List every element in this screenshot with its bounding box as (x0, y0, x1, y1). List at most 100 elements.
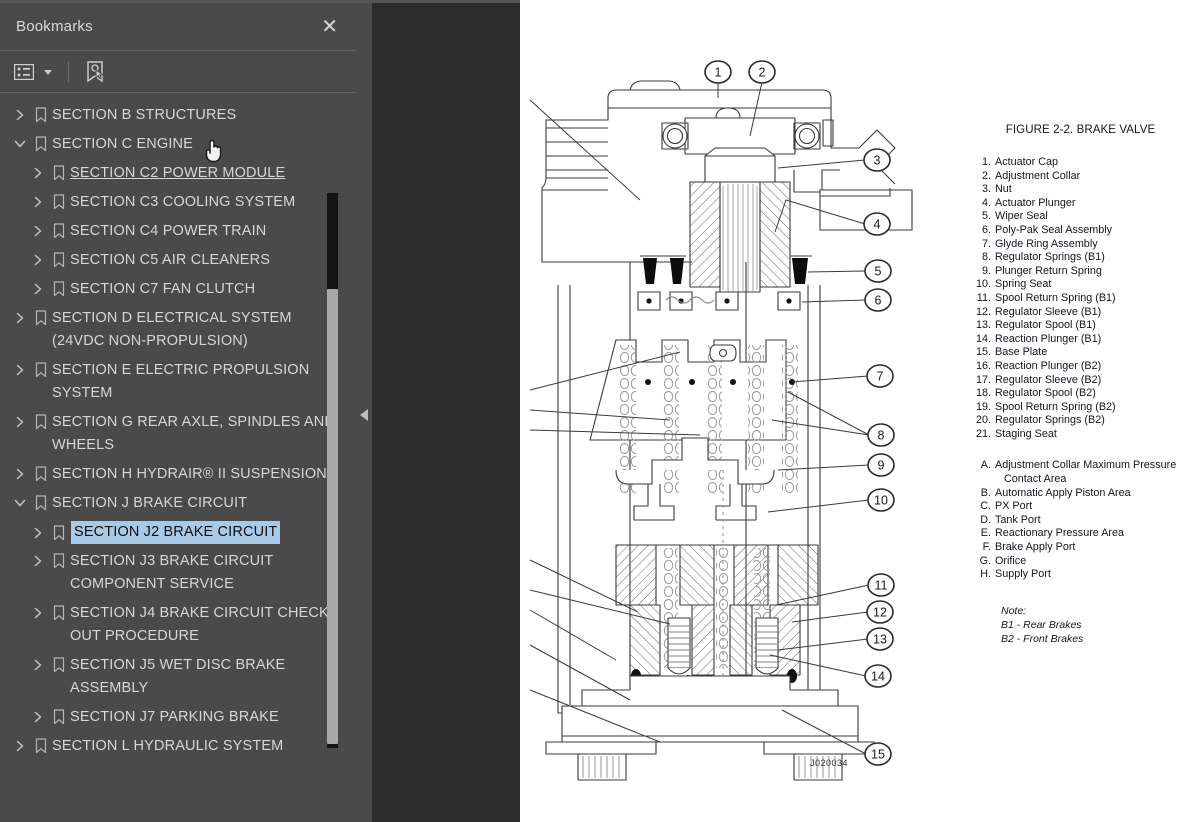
part-number: 13. (975, 319, 991, 332)
bookmark-item-label[interactable]: SECTION D ELECTRICAL SYSTEM (24VDC NON-P… (52, 307, 356, 353)
chevron-right-icon[interactable] (10, 736, 30, 756)
note-line: B2 - Front Brakes (1001, 632, 1084, 645)
bookmark-tree-item[interactable]: SECTION D ELECTRICAL SYSTEM (24VDC NON-P… (0, 304, 356, 356)
bookmark-tree-item[interactable]: SECTION L HYDRAULIC SYSTEM (0, 732, 356, 761)
left-triangle-glyph (360, 409, 368, 421)
callout-bubble: 6 (864, 288, 892, 312)
chevron-right-icon[interactable] (28, 603, 48, 623)
collapse-panel-arrow-icon[interactable] (356, 406, 372, 424)
bookmark-icon (48, 163, 70, 183)
area-label: Supply Port (995, 568, 1051, 581)
bookmarks-panel: Bookmarks ✕ SECTION B STRUCTURES SECTION… (0, 0, 356, 822)
bookmark-tree-item[interactable]: SECTION H HYDRAIR® II SUSPENSIONS (0, 460, 356, 489)
bookmark-tree-item[interactable]: SECTION C2 POWER MODULE (0, 159, 356, 188)
bookmark-icon (48, 279, 70, 299)
chevron-down-icon[interactable] (44, 70, 52, 75)
chevron-right-icon[interactable] (10, 464, 30, 484)
bookmark-tree-item[interactable]: SECTION J5 WET DISC BRAKE ASSEMBLY (0, 651, 356, 703)
bookmark-tree-item[interactable]: SECTION E ELECTRIC PROPULSION SYSTEM (0, 356, 356, 408)
bookmark-tree-item[interactable]: SECTION C4 POWER TRAIN (0, 217, 356, 246)
chevron-right-icon[interactable] (10, 412, 30, 432)
chevron-right-icon[interactable] (28, 163, 48, 183)
bookmark-icon (30, 412, 52, 432)
area-list-item: C. PX Port (975, 500, 1200, 514)
sidebar-scrollbar-thumb[interactable] (327, 289, 338, 744)
chevron-right-icon[interactable] (28, 250, 48, 270)
chevron-down-icon[interactable] (10, 493, 30, 513)
area-letter: D. (980, 513, 991, 526)
area-letter: A. (980, 459, 991, 472)
area-label: Brake Apply Port (995, 541, 1076, 554)
chevron-right-icon[interactable] (28, 523, 48, 543)
bookmark-item-label[interactable]: SECTION G REAR AXLE, SPINDLES AND WHEELS (52, 411, 356, 457)
area-list-item: E. Reactionary Pressure Area (975, 527, 1200, 541)
list-options-icon[interactable] (14, 63, 34, 80)
bookmark-item-label[interactable]: SECTION C2 POWER MODULE (70, 162, 356, 185)
bookmark-tree: SECTION B STRUCTURES SECTION C ENGINE SECT… (0, 93, 356, 761)
callout-number: 12 (873, 606, 887, 620)
chevron-right-icon[interactable] (28, 279, 48, 299)
chevron-right-icon[interactable] (10, 360, 30, 380)
part-label: Regulator Sleeve (B1) (995, 305, 1102, 318)
chevron-right-icon[interactable] (28, 221, 48, 241)
bookmark-item-label[interactable]: SECTION C5 AIR CLEANERS (70, 249, 356, 272)
area-label-continued: Contact Area (1004, 473, 1067, 486)
bookmark-item-label[interactable]: SECTION J5 WET DISC BRAKE ASSEMBLY (70, 654, 356, 700)
callout-number: 9 (878, 459, 885, 473)
bookmark-item-label[interactable]: SECTION B STRUCTURES (52, 104, 356, 127)
part-label: Regulator Spool (B2) (995, 387, 1096, 400)
chevron-right-icon[interactable] (28, 707, 48, 727)
bookmark-item-label[interactable]: SECTION E ELECTRIC PROPULSION SYSTEM (52, 359, 356, 405)
part-label: Base Plate (995, 346, 1048, 359)
part-label: Adjustment Collar (995, 169, 1081, 182)
bookmark-tree-item[interactable]: SECTION J BRAKE CIRCUIT (0, 489, 356, 518)
bookmark-tree-item[interactable]: SECTION C5 AIR CLEANERS (0, 246, 356, 275)
new-bookmark-icon[interactable] (85, 60, 105, 83)
part-list-item: 21. Staging Seat (975, 428, 1200, 442)
callout-number: 15 (871, 748, 885, 762)
bookmark-item-label[interactable]: SECTION C7 FAN CLUTCH (70, 278, 356, 301)
bookmark-tree-item[interactable]: SECTION B STRUCTURES (0, 101, 356, 130)
callout-number: 10 (874, 494, 888, 508)
bookmark-tree-item[interactable]: SECTION J4 BRAKE CIRCUIT CHECK-OUT PROCE… (0, 599, 356, 651)
bookmark-tree-item[interactable]: SECTION G REAR AXLE, SPINDLES AND WHEELS (0, 408, 356, 460)
bookmark-tree-item[interactable]: SECTION C3 COOLING SYSTEM (0, 188, 356, 217)
note-heading: Note: (1001, 604, 1027, 617)
bookmark-item-label[interactable]: SECTION C4 POWER TRAIN (70, 220, 356, 243)
chevron-right-icon[interactable] (10, 308, 30, 328)
area-letter: C. (980, 500, 991, 513)
bookmark-item-label[interactable]: SECTION L HYDRAULIC SYSTEM (52, 735, 356, 758)
bookmark-item-label[interactable]: SECTION H HYDRAIR® II SUSPENSIONS (52, 463, 356, 486)
bookmark-tree-item[interactable]: SECTION J2 BRAKE CIRCUIT (0, 518, 356, 547)
bookmark-item-label[interactable]: SECTION J3 BRAKE CIRCUIT COMPONENT SERVI… (70, 550, 356, 596)
bookmark-item-label[interactable]: SECTION J7 PARKING BRAKE (70, 706, 356, 729)
area-letter: H. (980, 568, 991, 581)
document-backdrop (372, 0, 520, 822)
bookmark-item-label[interactable]: SECTION J2 BRAKE CIRCUIT (69, 520, 282, 545)
bookmark-tree-scroll-area[interactable]: SECTION B STRUCTURES SECTION C ENGINE SECT… (0, 93, 356, 822)
bookmark-item-label[interactable]: SECTION C ENGINE (52, 133, 356, 156)
chevron-right-icon[interactable] (28, 192, 48, 212)
part-label: Spool Return Spring (B2) (995, 400, 1116, 413)
part-label: Wiper Seal (995, 210, 1048, 223)
callout-number: 13 (873, 633, 887, 647)
panel-gutter (356, 0, 372, 822)
area-list-item: D. Tank Port (975, 514, 1200, 528)
area-label: Reactionary Pressure Area (995, 527, 1125, 540)
pdf-page[interactable]: 1 2 3 4 5 6 7 8 9 10 11 12 13 14 15 FIGURE 2-2. BRAKE … (520, 0, 1200, 822)
part-number: 11. (976, 291, 991, 304)
close-icon[interactable]: ✕ (317, 15, 342, 39)
chevron-down-icon[interactable] (10, 134, 30, 154)
bookmark-tree-item[interactable]: SECTION J7 PARKING BRAKE (0, 703, 356, 732)
bookmark-item-label[interactable]: SECTION J4 BRAKE CIRCUIT CHECK-OUT PROCE… (70, 602, 356, 648)
bookmark-tree-item[interactable]: SECTION C ENGINE (0, 130, 356, 159)
chevron-right-icon[interactable] (28, 551, 48, 571)
chevron-right-icon[interactable] (10, 105, 30, 125)
bookmark-tree-item[interactable]: SECTION C7 FAN CLUTCH (0, 275, 356, 304)
bookmark-item-label[interactable]: SECTION J BRAKE CIRCUIT (52, 492, 356, 515)
bookmark-tree-item[interactable]: SECTION J3 BRAKE CIRCUIT COMPONENT SERVI… (0, 547, 356, 599)
part-number: 1. (981, 156, 991, 168)
part-number: 5. (981, 210, 991, 223)
chevron-right-icon[interactable] (28, 655, 48, 675)
bookmark-item-label[interactable]: SECTION C3 COOLING SYSTEM (70, 191, 356, 214)
